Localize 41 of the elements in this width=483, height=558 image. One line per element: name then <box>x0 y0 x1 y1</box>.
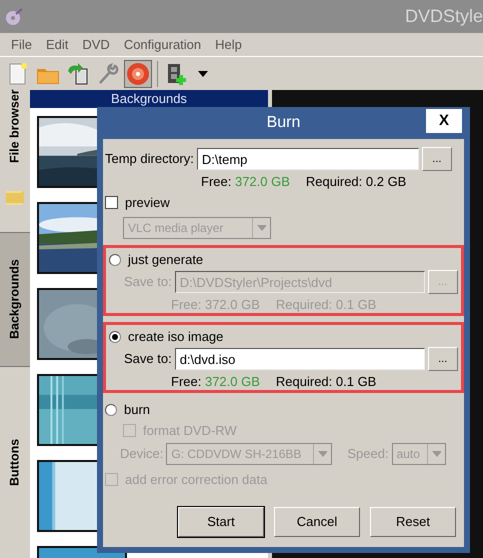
required-space-text: Required: 0.1 GB <box>276 296 376 313</box>
panel-header: Backgrounds <box>30 90 268 108</box>
menu-item[interactable]: Configuration <box>116 34 208 54</box>
field-label: Device: <box>120 445 164 464</box>
browse-button[interactable]: ... <box>422 147 452 171</box>
disc-icon <box>125 60 151 86</box>
required-space-text: Required: 0.2 GB <box>306 173 406 190</box>
dropdown-arrow-icon <box>432 451 441 457</box>
dialog-button[interactable]: Cancel <box>274 507 360 537</box>
close-button[interactable]: X <box>426 109 462 133</box>
free-space-text: Free: 372.0 GB <box>171 296 260 313</box>
field-label: Save to: <box>124 350 172 368</box>
field-label: Temp directory: <box>105 150 194 168</box>
dropdown-arrow-icon <box>318 451 328 457</box>
caret-icon <box>198 70 208 76</box>
menu-item[interactable]: File <box>4 34 39 54</box>
dialog-title: Burn <box>266 113 300 133</box>
radio-button[interactable] <box>109 330 121 342</box>
required-space-text: Required: 0.1 GB <box>276 373 376 390</box>
path-field[interactable]: d:\dvd.iso <box>174 348 425 370</box>
radio-label: just generate <box>128 250 204 269</box>
browse-button[interactable]: ... <box>428 347 458 371</box>
app-icon <box>5 8 23 26</box>
dialog-button[interactable]: Reset <box>370 507 456 537</box>
radio-label: burn <box>124 400 150 419</box>
window-title: DVDStyle <box>404 5 483 28</box>
field-label: Speed: <box>347 445 389 464</box>
dialog-button[interactable]: Start <box>178 507 264 537</box>
checkbox-label: add error correction data <box>125 470 268 489</box>
field-label: Save to: <box>124 273 172 292</box>
radio-label: create iso image <box>128 328 224 346</box>
path-field[interactable]: D:\temp <box>196 148 419 170</box>
menu-item[interactable]: DVD <box>75 34 117 54</box>
menu-item[interactable]: Edit <box>38 34 76 54</box>
menu-item[interactable]: Help <box>208 34 249 54</box>
side-tab[interactable]: Backgrounds <box>0 232 30 367</box>
checkbox-label: format DVD-RW <box>143 422 237 440</box>
free-space-text: Free: 372.0 GB <box>201 173 290 190</box>
checkbox-label: preview <box>125 194 170 212</box>
dropdown-arrow-icon <box>257 225 266 231</box>
free-space-text: Free: 372.0 GB <box>171 373 260 390</box>
